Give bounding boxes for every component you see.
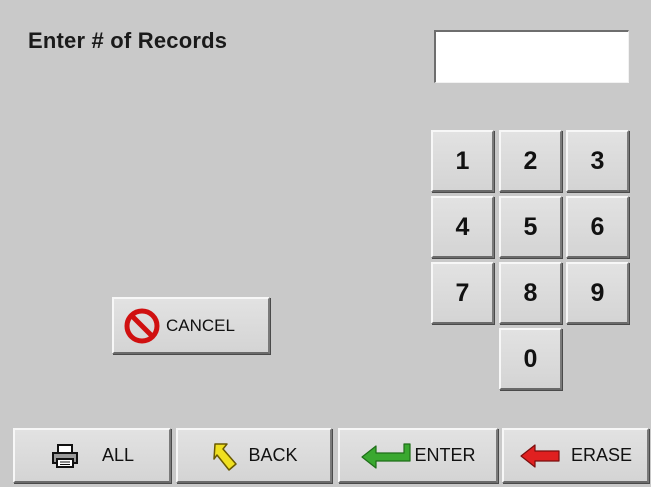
key-2[interactable]: 2 bbox=[499, 130, 562, 192]
records-count-field[interactable] bbox=[434, 30, 629, 83]
page-title: Enter # of Records bbox=[28, 28, 228, 53]
erase-arrow-icon bbox=[519, 443, 561, 469]
cancel-button[interactable]: CANCEL bbox=[112, 297, 270, 354]
key-6[interactable]: 6 bbox=[566, 196, 629, 258]
enter-button[interactable]: ENTER bbox=[338, 428, 498, 483]
erase-button[interactable]: ERASE bbox=[502, 428, 649, 483]
key-7[interactable]: 7 bbox=[431, 262, 494, 324]
key-0[interactable]: 0 bbox=[499, 328, 562, 390]
all-label: ALL bbox=[101, 445, 135, 465]
back-label: BACK bbox=[248, 445, 298, 465]
back-button[interactable]: BACK bbox=[176, 428, 332, 483]
printer-icon bbox=[50, 443, 80, 469]
key-8[interactable]: 8 bbox=[499, 262, 562, 324]
enter-arrow-icon bbox=[360, 441, 412, 471]
key-5[interactable]: 5 bbox=[499, 196, 562, 258]
all-button[interactable]: ALL bbox=[13, 428, 171, 483]
key-4[interactable]: 4 bbox=[431, 196, 494, 258]
key-9[interactable]: 9 bbox=[566, 262, 629, 324]
key-1[interactable]: 1 bbox=[431, 130, 494, 192]
erase-label: ERASE bbox=[570, 445, 633, 465]
enter-label: ENTER bbox=[414, 445, 476, 465]
key-3[interactable]: 3 bbox=[566, 130, 629, 192]
prohibited-icon bbox=[122, 306, 162, 346]
back-arrow-icon bbox=[210, 440, 240, 472]
cancel-label: CANCEL bbox=[166, 315, 235, 335]
